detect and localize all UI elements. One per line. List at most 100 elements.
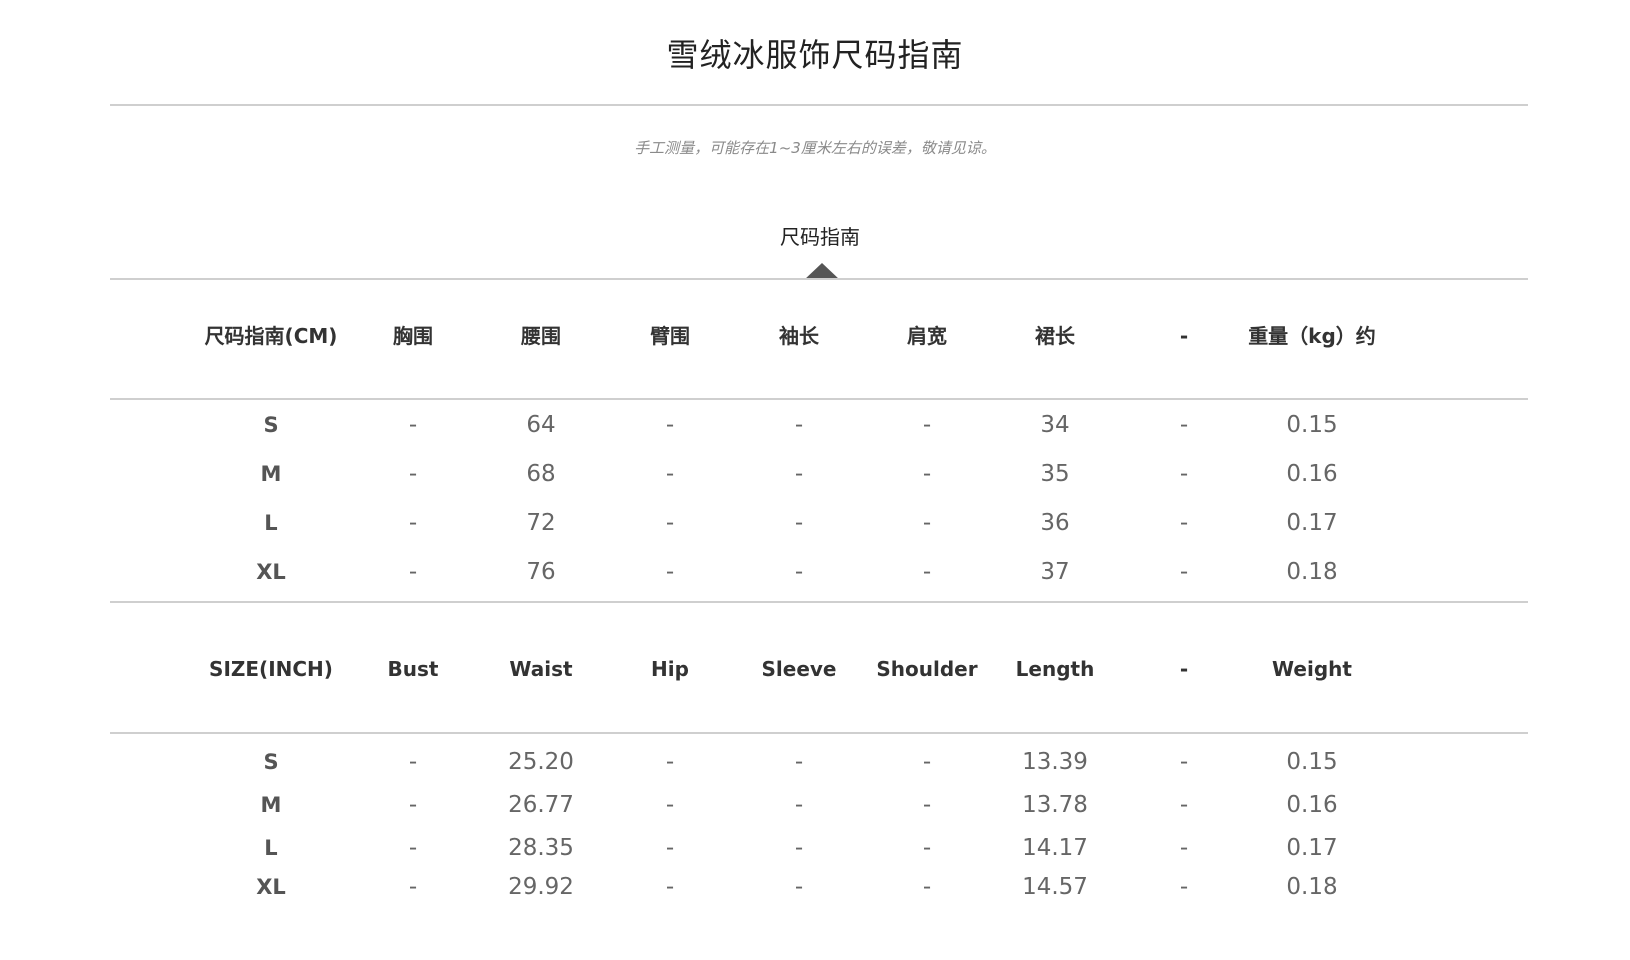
sleeve-cell: - <box>794 559 804 585</box>
table-row: L - 28.35 - - - 14.17 - 0.17 <box>0 833 1630 863</box>
table-row: S - 25.20 - - - 13.39 - 0.15 <box>0 747 1630 777</box>
length-cell: 36 <box>1040 510 1070 536</box>
tab-size-guide[interactable]: 尺码指南 <box>0 221 1630 250</box>
tab-divider <box>110 278 1528 280</box>
weight-cell: 0.16 <box>1286 792 1338 818</box>
waist-cell: 29.92 <box>508 874 574 900</box>
table-row: L - 72 - - - 36 - 0.17 <box>0 508 1630 538</box>
length-cell: 13.39 <box>1022 749 1088 775</box>
sleeve-cell: - <box>794 874 804 900</box>
bust-cell: - <box>408 510 418 536</box>
inch-header-divider <box>110 732 1528 734</box>
bust-cell: - <box>408 749 418 775</box>
cm-header-waist: 腰围 <box>521 324 561 348</box>
sleeve-cell: - <box>794 412 804 438</box>
inch-header-length: Length <box>1015 657 1095 681</box>
shoulder-cell: - <box>922 510 932 536</box>
arm-cell: - <box>665 559 675 585</box>
sleeve-cell: - <box>794 510 804 536</box>
waist-cell: 76 <box>526 559 556 585</box>
size-cell: S <box>263 413 279 437</box>
shoulder-cell: - <box>922 559 932 585</box>
length-cell: 37 <box>1040 559 1070 585</box>
bust-cell: - <box>408 792 418 818</box>
length-cell: 14.17 <box>1022 835 1088 861</box>
shoulder-cell: - <box>922 461 932 487</box>
inch-header-hip: Hip <box>651 657 689 681</box>
hip-cell: - <box>665 792 675 818</box>
waist-cell: 64 <box>526 412 556 438</box>
bust-cell: - <box>408 412 418 438</box>
shoulder-cell: - <box>922 412 932 438</box>
cm-header-length: 裙长 <box>1035 324 1075 348</box>
table-row: XL - 76 - - - 37 - 0.18 <box>0 557 1630 587</box>
waist-cell: 68 <box>526 461 556 487</box>
inch-header-shoulder: Shoulder <box>876 657 978 681</box>
size-cell: S <box>263 750 279 774</box>
cm-header-size: 尺码指南(CM) <box>204 324 338 348</box>
inch-header-row: SIZE(INCH) Bust Waist Hip Sleeve Shoulde… <box>0 654 1630 684</box>
hip-cell: - <box>665 749 675 775</box>
blank-cell: - <box>1179 792 1189 818</box>
inch-header-blank: - <box>1179 657 1189 681</box>
size-cell: M <box>260 462 282 486</box>
weight-cell: 0.15 <box>1286 749 1338 775</box>
size-cell: L <box>264 836 278 860</box>
weight-cell: 0.18 <box>1286 874 1338 900</box>
waist-cell: 28.35 <box>508 835 574 861</box>
inch-header-waist: Waist <box>509 657 573 681</box>
hip-cell: - <box>665 874 675 900</box>
blank-cell: - <box>1179 510 1189 536</box>
cm-header-bust: 胸围 <box>393 324 433 348</box>
blank-cell: - <box>1179 749 1189 775</box>
measurement-note: 手工测量，可能存在1~3厘米左右的误差，敬请见谅。 <box>634 139 996 157</box>
shoulder-cell: - <box>922 835 932 861</box>
cm-header-arm: 臂围 <box>650 324 690 348</box>
size-cell: L <box>264 511 278 535</box>
page-title: 雪绒冰服饰尺码指南 <box>666 36 964 74</box>
waist-cell: 26.77 <box>508 792 574 818</box>
blank-cell: - <box>1179 874 1189 900</box>
table-row: M - 26.77 - - - 13.78 - 0.16 <box>0 790 1630 820</box>
weight-cell: 0.15 <box>1286 412 1338 438</box>
blank-cell: - <box>1179 461 1189 487</box>
inch-header-weight: Weight <box>1272 657 1352 681</box>
table-row: M - 68 - - - 35 - 0.16 <box>0 459 1630 489</box>
length-cell: 14.57 <box>1022 874 1088 900</box>
cm-header-shoulder: 肩宽 <box>907 324 947 348</box>
cm-header-divider <box>110 398 1528 400</box>
bust-cell: - <box>408 835 418 861</box>
length-cell: 35 <box>1040 461 1070 487</box>
cm-header-sleeve: 袖长 <box>779 324 819 348</box>
cm-header-weight: 重量（kg）约 <box>1248 324 1376 348</box>
blank-cell: - <box>1179 559 1189 585</box>
sleeve-cell: - <box>794 461 804 487</box>
arm-cell: - <box>665 461 675 487</box>
cm-header-row: 尺码指南(CM) 胸围 腰围 臂围 袖长 肩宽 裙长 - 重量（kg）约 <box>0 321 1630 351</box>
inch-header-sleeve: Sleeve <box>761 657 837 681</box>
table-row: S - 64 - - - 34 - 0.15 <box>0 410 1630 440</box>
hip-cell: - <box>665 835 675 861</box>
size-cell: M <box>260 793 282 817</box>
size-cell: XL <box>256 560 286 584</box>
weight-cell: 0.17 <box>1286 835 1338 861</box>
bust-cell: - <box>408 874 418 900</box>
length-cell: 13.78 <box>1022 792 1088 818</box>
bust-cell: - <box>408 461 418 487</box>
arm-cell: - <box>665 412 675 438</box>
title-divider <box>110 104 1528 106</box>
table-row: XL - 29.92 - - - 14.57 - 0.18 <box>0 872 1630 902</box>
length-cell: 34 <box>1040 412 1070 438</box>
weight-cell: 0.18 <box>1286 559 1338 585</box>
waist-cell: 72 <box>526 510 556 536</box>
sleeve-cell: - <box>794 749 804 775</box>
inch-header-size: SIZE(INCH) <box>209 657 333 681</box>
shoulder-cell: - <box>922 874 932 900</box>
sleeve-cell: - <box>794 835 804 861</box>
shoulder-cell: - <box>922 792 932 818</box>
size-cell: XL <box>256 875 286 899</box>
blank-cell: - <box>1179 835 1189 861</box>
weight-cell: 0.17 <box>1286 510 1338 536</box>
inch-header-bust: Bust <box>387 657 439 681</box>
blank-cell: - <box>1179 412 1189 438</box>
